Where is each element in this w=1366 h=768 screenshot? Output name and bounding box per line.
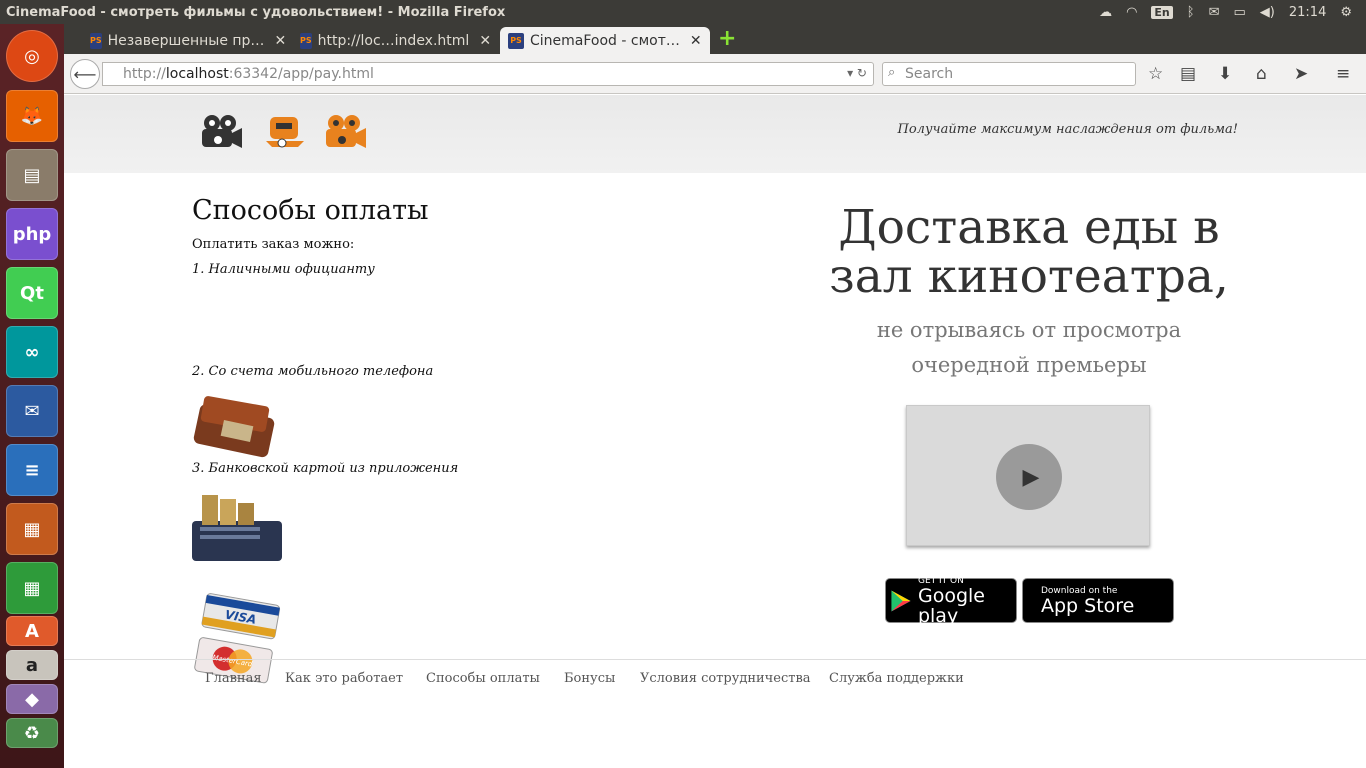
promo-headline-line2: зал кинотеатра, bbox=[829, 249, 1229, 304]
bookmark-star-icon[interactable]: ☆ bbox=[1148, 64, 1163, 84]
tab-cinemafood[interactable]: PS CinemaFood - смот… ✕ bbox=[500, 27, 710, 54]
payment-method-label: 1. Наличными официанту bbox=[192, 262, 375, 277]
bluetooth-icon[interactable]: ᛒ bbox=[1187, 5, 1195, 20]
footer-link-cooperation[interactable]: Условия сотрудничества bbox=[640, 671, 811, 686]
payment-method-label: 2. Со счета мобильного телефона bbox=[192, 364, 434, 379]
send-icon[interactable]: ➤ bbox=[1294, 64, 1308, 84]
thunderbird-icon[interactable]: ✉ bbox=[6, 385, 58, 437]
trash-icon[interactable]: ♻ bbox=[6, 718, 58, 748]
payment-section: Способы оплаты Оплатить заказ можно: 1. … bbox=[192, 195, 612, 684]
writer-icon[interactable]: ≡ bbox=[6, 444, 58, 496]
tab-bar: PS Незавершенные пр… ✕ PS http://loc…ind… bbox=[64, 24, 1366, 54]
web-page: Получайте максимум наслаждения от фильма… bbox=[64, 95, 1366, 768]
settings-gear-icon[interactable]: ⚙ bbox=[1340, 5, 1352, 20]
app-store-button[interactable]: Download on the App Store bbox=[1022, 578, 1174, 623]
cloud-icon[interactable]: ☁ bbox=[1099, 5, 1112, 20]
launcher-extra-icon[interactable]: ◆ bbox=[6, 684, 58, 714]
camera-logo-icon[interactable] bbox=[262, 113, 308, 153]
navigation-bar: ⟵ http://localhost:63342/app/pay.html ▾ … bbox=[64, 54, 1366, 94]
battery-icon[interactable]: ▭ bbox=[1234, 5, 1246, 20]
wallet-image bbox=[193, 396, 275, 458]
phpstorm-icon[interactable]: php bbox=[6, 208, 58, 260]
footer-link-support[interactable]: Служба поддержки bbox=[829, 671, 964, 686]
tab-unfinished[interactable]: PS Незавершенные пр… ✕ bbox=[82, 27, 290, 54]
files-icon[interactable]: ▤ bbox=[6, 149, 58, 201]
promo-sub-line1: не отрываясь от просмотра bbox=[876, 318, 1182, 342]
phpstorm-favicon-icon: PS bbox=[300, 32, 312, 49]
impress-icon[interactable]: ▦ bbox=[6, 503, 58, 555]
back-button[interactable]: ⟵ bbox=[70, 59, 100, 89]
system-top-bar: CinemaFood - смотреть фильмы с удовольст… bbox=[0, 0, 1366, 24]
footer-link-payment[interactable]: Способы оплаты bbox=[426, 671, 540, 686]
promo-headline-line1: Доставка еды в bbox=[838, 200, 1220, 255]
reload-icon[interactable]: ▾ ↻ bbox=[847, 66, 867, 80]
payment-method-label: 3. Банковской картой из приложения bbox=[192, 461, 459, 476]
reading-list-icon[interactable]: ▤ bbox=[1180, 64, 1196, 84]
firefox-icon[interactable]: 🦊 bbox=[6, 90, 58, 142]
phone-coins-image bbox=[192, 495, 282, 561]
site-tagline: Получайте максимум наслаждения от фильма… bbox=[897, 122, 1238, 137]
download-icon[interactable]: ⬇ bbox=[1218, 64, 1232, 84]
site-footer: Главная Как это работает Способы оплаты … bbox=[64, 659, 1366, 768]
home-icon[interactable]: ⌂ bbox=[1256, 64, 1267, 84]
wifi-icon[interactable]: ◠ bbox=[1126, 5, 1137, 20]
launcher: ◎ 🦊 ▤ php Qt ∞ ✉ ≡ ▦ ▦ A a ◆ ♻ bbox=[0, 24, 64, 768]
software-center-icon[interactable]: A bbox=[6, 616, 58, 646]
keyboard-layout-indicator[interactable]: En bbox=[1151, 5, 1173, 19]
close-tab-icon[interactable]: ✕ bbox=[274, 33, 286, 49]
phpstorm-favicon-icon: PS bbox=[90, 32, 102, 49]
promo-sub-line2: очередной премьеры bbox=[911, 353, 1147, 377]
window-title: CinemaFood - смотреть фильмы с удовольст… bbox=[6, 4, 506, 20]
amazon-icon[interactable]: a bbox=[6, 650, 58, 680]
ubuntu-logo-icon[interactable]: ◎ bbox=[6, 30, 58, 82]
play-icon[interactable]: ▶ bbox=[996, 444, 1062, 510]
footer-link-bonuses[interactable]: Бонусы bbox=[564, 671, 615, 686]
close-tab-icon[interactable]: ✕ bbox=[479, 33, 491, 49]
mail-icon[interactable]: ✉ bbox=[1209, 5, 1220, 20]
tab-index[interactable]: PS http://loc…index.html ✕ bbox=[292, 27, 496, 54]
url-bar[interactable]: http://localhost:63342/app/pay.html ▾ ↻ bbox=[102, 62, 874, 86]
calc-icon[interactable]: ▦ bbox=[6, 562, 58, 614]
google-play-icon bbox=[891, 590, 911, 611]
new-tab-plus-icon[interactable]: + bbox=[718, 28, 736, 50]
volume-icon[interactable]: ◀) bbox=[1260, 5, 1275, 20]
site-header: Получайте максимум наслаждения от фильма… bbox=[64, 95, 1366, 173]
video-player[interactable]: ▶ bbox=[906, 405, 1150, 546]
search-input[interactable]: ⌕ Search bbox=[882, 62, 1136, 86]
google-play-button[interactable]: GET IT ON Google play bbox=[885, 576, 1017, 626]
phpstorm-favicon-icon: PS bbox=[508, 32, 524, 49]
indicator-area: ☁ ◠ En ᛒ ✉ ▭ ◀) 21:14 ⚙ bbox=[1099, 5, 1366, 20]
clock[interactable]: 21:14 bbox=[1289, 5, 1326, 20]
camera-logo-icon[interactable] bbox=[198, 113, 244, 153]
payment-intro: Оплатить заказ можно: bbox=[192, 237, 355, 252]
promo-section: Доставка еды в зал кинотеатра, не отрыва… bbox=[784, 203, 1274, 383]
footer-link-how-it-works[interactable]: Как это работает bbox=[285, 671, 403, 686]
menu-icon[interactable]: ≡ bbox=[1336, 64, 1350, 84]
footer-link-home[interactable]: Главная bbox=[205, 671, 262, 686]
page-title: Способы оплаты bbox=[192, 195, 429, 226]
search-icon: ⌕ bbox=[888, 65, 896, 80]
arduino-icon[interactable]: ∞ bbox=[6, 326, 58, 378]
camera-logo-icon[interactable] bbox=[322, 113, 368, 153]
qt-creator-icon[interactable]: Qt bbox=[6, 267, 58, 319]
close-tab-icon[interactable]: ✕ bbox=[690, 33, 702, 49]
